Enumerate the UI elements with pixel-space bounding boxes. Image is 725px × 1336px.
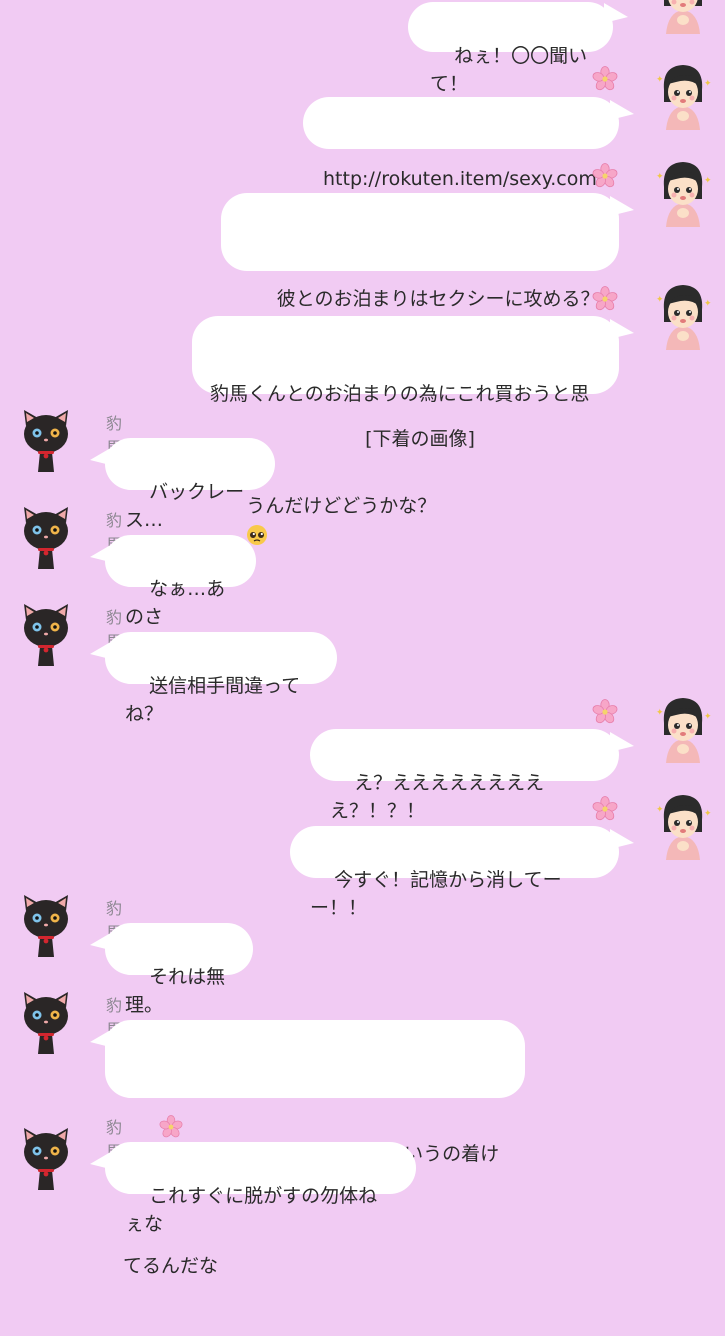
cherry-blossom-icon	[592, 796, 618, 822]
girl-avatar[interactable]	[652, 280, 714, 352]
girl-avatar[interactable]	[652, 790, 714, 862]
bubble-tail	[610, 732, 634, 752]
black-cat-avatar[interactable]	[16, 1122, 76, 1192]
cherry-blossom-icon	[592, 699, 618, 725]
message-text-line2: てるんだな	[123, 1255, 219, 1277]
girl-avatar[interactable]	[652, 60, 714, 132]
message-bubble[interactable]: ねぇ！〇〇聞いて！	[408, 2, 613, 95]
message-text: これすぐに脱がすの勿体ねぇな	[125, 1185, 378, 1235]
cherry-blossom-icon	[592, 286, 618, 312]
bubble-tail	[610, 829, 634, 849]
girl-avatar[interactable]	[652, 157, 714, 229]
girl-avatar[interactable]	[652, 693, 714, 765]
black-cat-avatar[interactable]	[16, 598, 76, 668]
message-text: え？えええええええええ？！？！	[330, 772, 545, 822]
pleading-face-icon	[247, 524, 268, 545]
message-bubble[interactable]: http://rokuten.item/sexy.com	[303, 97, 619, 190]
black-cat-avatar[interactable]	[16, 404, 76, 474]
message-text-line2: うんだけどどうかな？	[246, 495, 437, 517]
message-text: 彼とのお泊まりはセクシーに攻める？	[276, 288, 600, 310]
black-cat-avatar[interactable]	[16, 986, 76, 1056]
message-text: 今すぐ！記憶から消してーー！！	[310, 869, 562, 919]
cherry-blossom-icon	[592, 163, 618, 189]
message-bubble[interactable]: 送信相手間違ってね？	[105, 632, 337, 725]
bubble-tail	[610, 319, 634, 339]
message-bubble[interactable]: これすぐに脱がすの勿体ねぇな	[105, 1142, 416, 1235]
message-text: 送信相手間違ってね？	[125, 675, 301, 725]
message-bubble[interactable]: 今すぐ！記憶から消してーー！！	[290, 826, 619, 919]
message-text: ねぇ！〇〇聞いて！	[430, 45, 588, 95]
message-text: それは無理。	[125, 966, 226, 1016]
message-bubble[interactable]: バックレース…	[105, 438, 275, 531]
cherry-blossom-icon	[159, 1115, 183, 1139]
bubble-tail	[610, 100, 634, 120]
black-cat-avatar[interactable]	[16, 501, 76, 571]
message-bubble[interactable]: なぁ…あのさ	[105, 535, 256, 628]
bubble-tail	[610, 196, 634, 216]
cherry-blossom-icon	[592, 66, 618, 92]
message-bubble[interactable]: 彼とのお泊まりはセクシーに攻める？ [下着の画像]	[221, 193, 619, 450]
message-text: 豹馬くんとのお泊まりの為にこれ買おうと思	[210, 383, 590, 405]
girl-avatar[interactable]	[652, 0, 714, 36]
message-bubble[interactable]: って大人しそうな顔してそういうの着け てるんだな	[105, 1020, 525, 1277]
message-bubble[interactable]: それは無理。	[105, 923, 253, 1016]
bubble-tail	[604, 3, 628, 23]
message-text: http://rokuten.item/sexy.com	[323, 168, 597, 190]
message-bubble[interactable]: え？えええええええええ？！？！	[310, 729, 619, 822]
message-bubble[interactable]: 豹馬くんとのお泊まりの為にこれ買おうと思 うんだけどどうかな？	[192, 316, 619, 545]
black-cat-avatar[interactable]	[16, 889, 76, 959]
